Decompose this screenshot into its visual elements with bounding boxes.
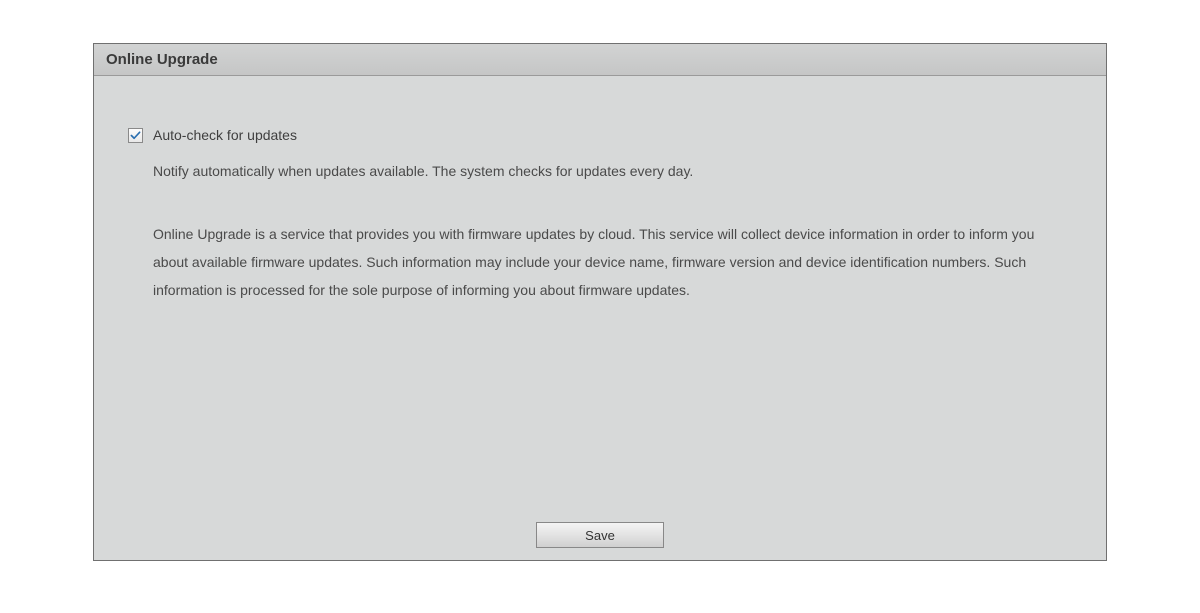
online-upgrade-panel: Online Upgrade Auto-check for updates No…: [93, 43, 1107, 561]
panel-title: Online Upgrade: [106, 51, 218, 68]
auto-check-checkbox[interactable]: [128, 128, 143, 143]
auto-check-label: Auto-check for updates: [153, 126, 297, 144]
panel-header: Online Upgrade: [94, 44, 1106, 76]
panel-body: Auto-check for updates Notify automatica…: [94, 76, 1106, 560]
service-description: Online Upgrade is a service that provide…: [153, 220, 1072, 304]
auto-check-row: Auto-check for updates: [128, 126, 1072, 144]
notify-text: Notify automatically when updates availa…: [153, 162, 1072, 180]
check-icon: [130, 130, 141, 141]
panel-footer: Save: [94, 522, 1106, 548]
save-button[interactable]: Save: [536, 522, 664, 548]
